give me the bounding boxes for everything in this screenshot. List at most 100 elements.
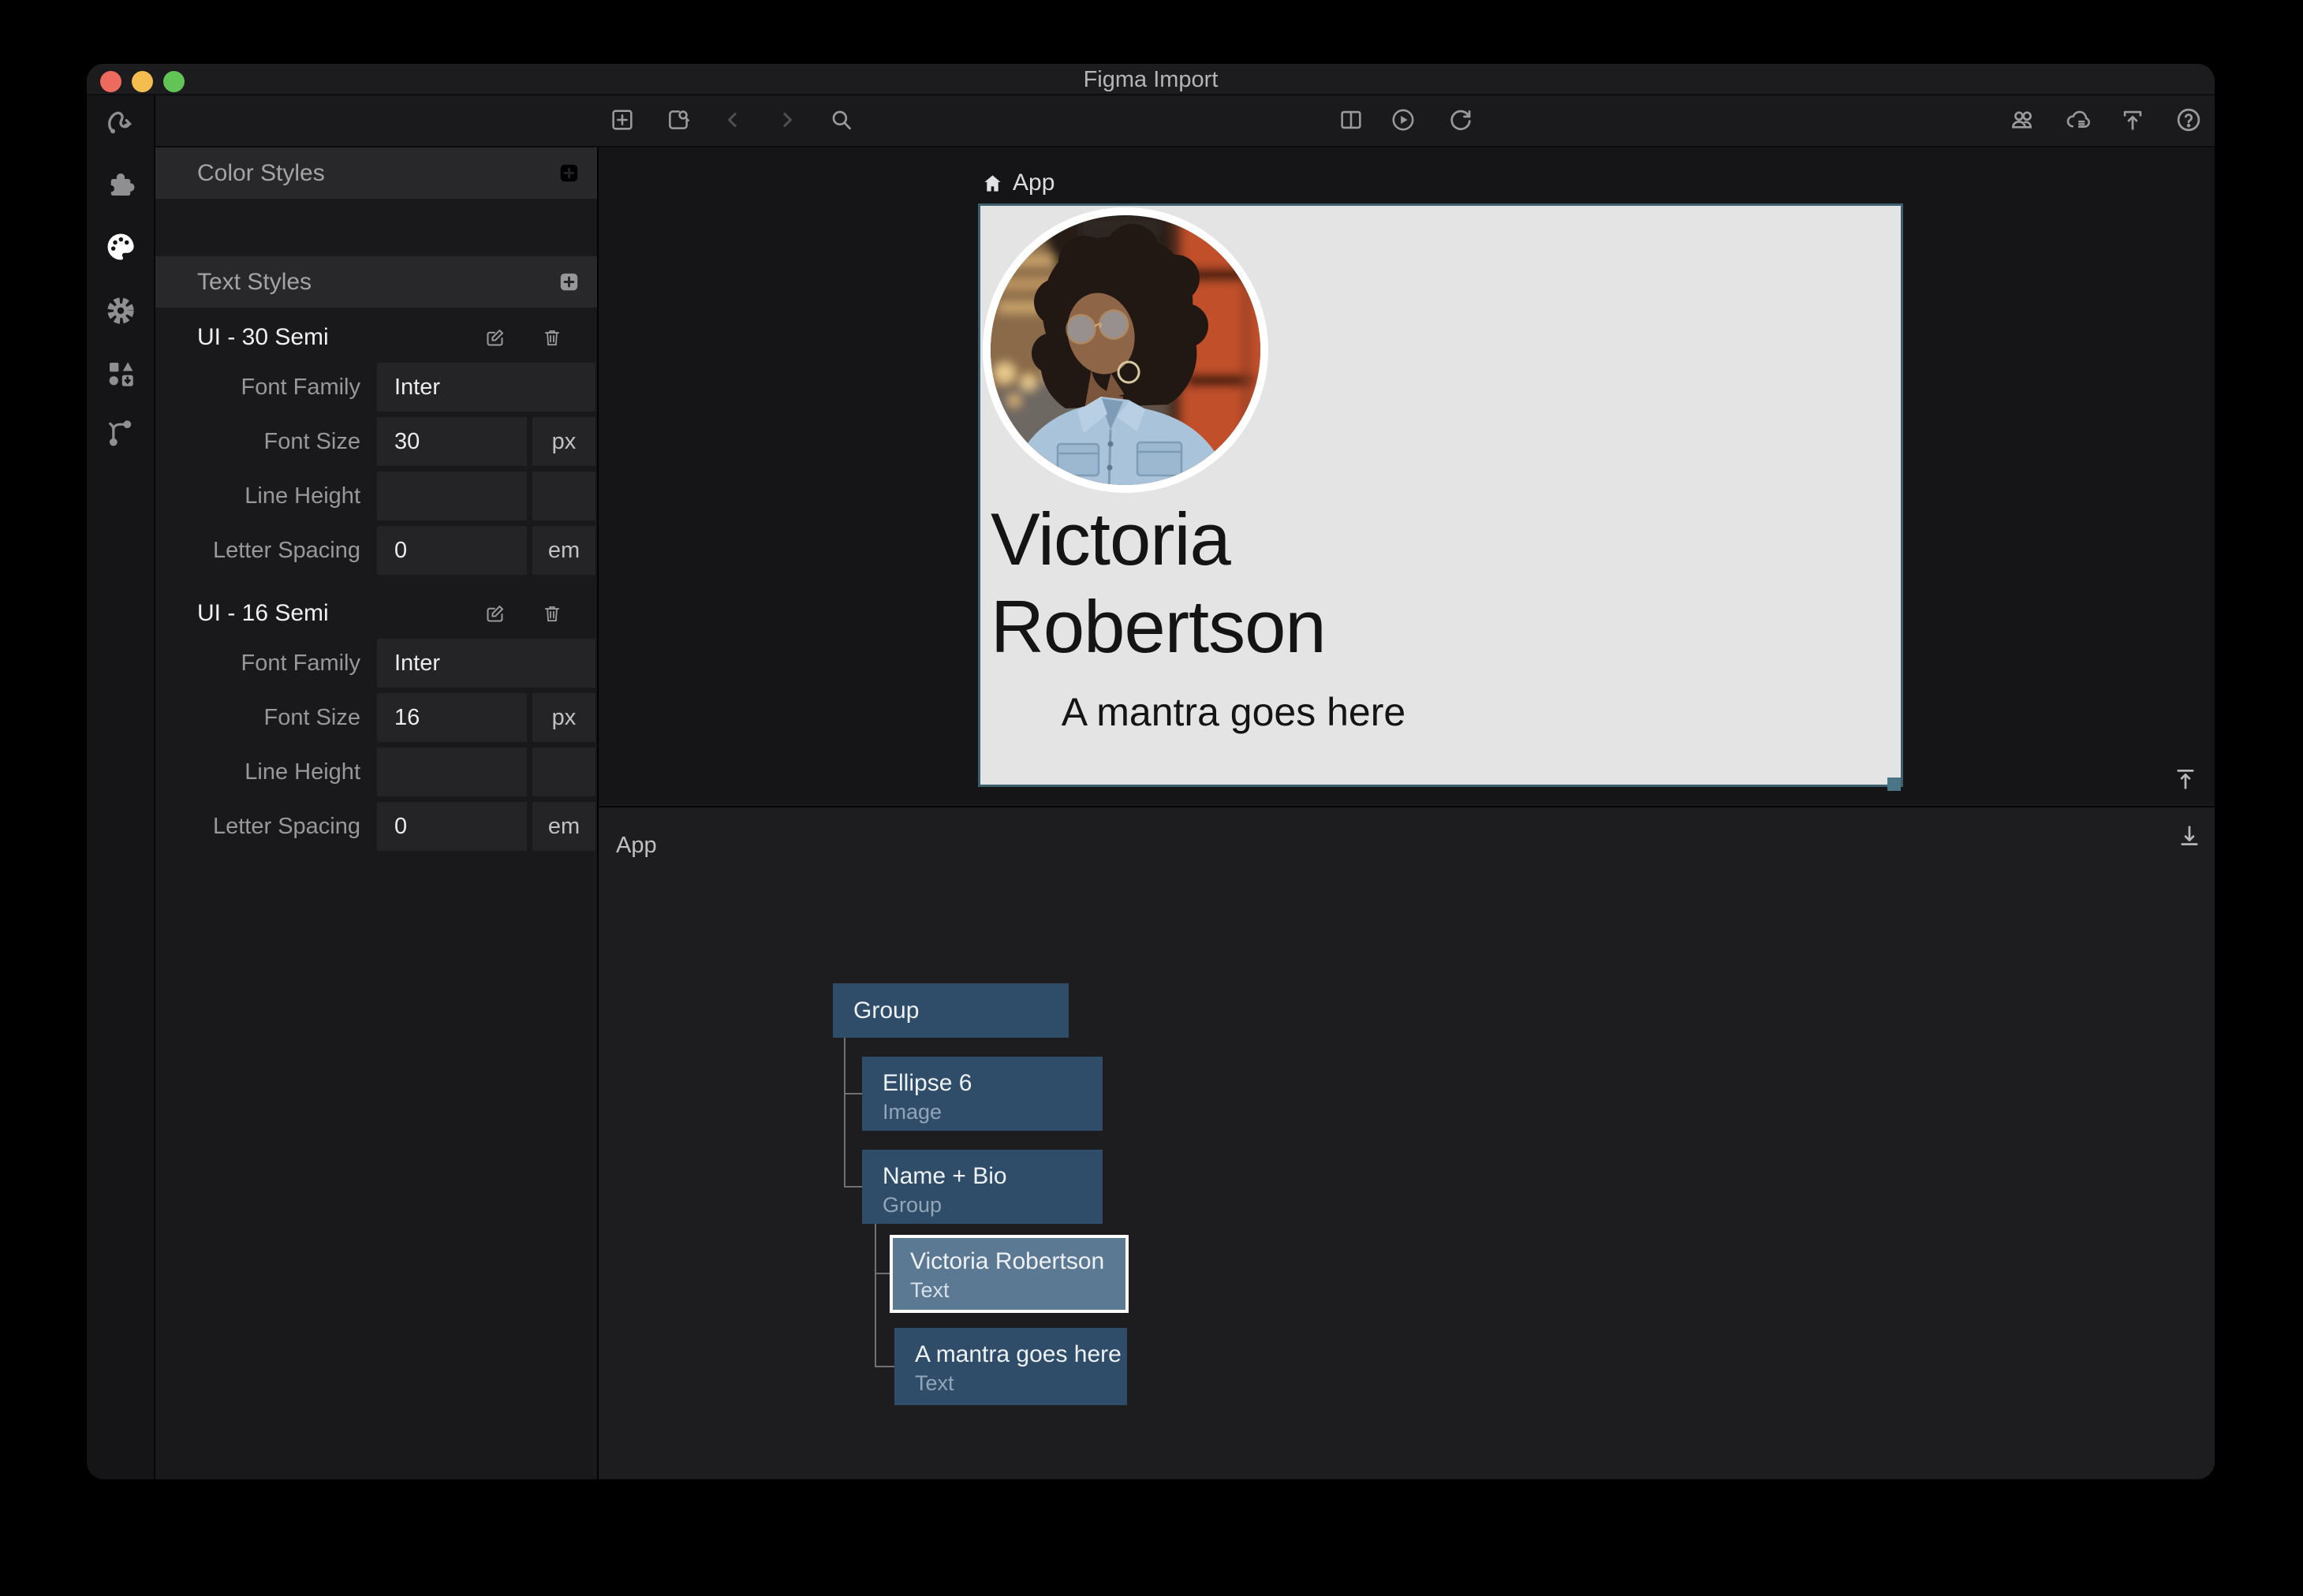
line-height-unit xyxy=(532,472,595,520)
collapse-up-button[interactable] xyxy=(2170,763,2201,795)
line-height-input[interactable] xyxy=(377,472,527,520)
tree-node-subtitle: Text xyxy=(915,1370,1111,1396)
text-styles-header: Text Styles xyxy=(155,256,597,308)
font-size-unit: px xyxy=(532,417,595,466)
align-bottom-icon xyxy=(2176,822,2203,849)
letter-spacing-row: Letter Spacing em xyxy=(155,526,597,580)
frame-label[interactable]: App xyxy=(982,170,1054,196)
styles-palette-icon xyxy=(103,229,138,264)
cloud-sync-button[interactable] xyxy=(2064,106,2092,134)
tree-node-subtitle: Group xyxy=(883,1191,1087,1218)
add-frame-button[interactable] xyxy=(608,106,636,134)
forward-button[interactable] xyxy=(773,106,801,134)
line-height-row: Line Height xyxy=(155,748,597,802)
tree-node-ellipse6[interactable]: Ellipse 6 Image xyxy=(862,1057,1103,1131)
color-styles-header: Color Styles xyxy=(155,147,597,199)
letter-spacing-unit: em xyxy=(532,802,595,851)
tree-node-title: A mantra goes here xyxy=(915,1340,1111,1370)
tree-node-mantra[interactable]: A mantra goes here Text xyxy=(894,1328,1127,1405)
tree-root-label[interactable]: App xyxy=(616,833,657,859)
text-styles-title: Text Styles xyxy=(197,269,558,296)
sidebar-item-assets[interactable] xyxy=(103,356,138,391)
chevron-right-icon xyxy=(775,108,799,132)
tree-connector xyxy=(845,1186,862,1188)
tree-node-victoria-robertson[interactable]: Victoria Robertson Text xyxy=(890,1235,1129,1313)
publish-button[interactable] xyxy=(2118,106,2147,134)
toolbar xyxy=(155,95,2215,147)
tree-connector xyxy=(875,1224,876,1367)
card-name-text[interactable]: Victoria Robertson xyxy=(991,496,1476,671)
layer-tree-panel: App Group Ellipse 6 Image Name xyxy=(599,806,2215,1479)
edit-style-icon[interactable] xyxy=(484,603,506,625)
tree-node-group[interactable]: Group xyxy=(833,983,1069,1038)
letter-spacing-unit: em xyxy=(532,526,595,575)
letter-spacing-input[interactable] xyxy=(377,526,527,575)
tree-node-title: Victoria Robertson xyxy=(910,1247,1110,1277)
font-family-input[interactable] xyxy=(377,639,595,688)
font-size-input[interactable] xyxy=(377,417,527,466)
styles-panel: Color Styles Text Styles UI - 30 Semi xyxy=(155,147,599,1479)
font-family-row: Font Family xyxy=(155,363,597,417)
home-icon xyxy=(982,173,1003,194)
tree-node-title: Group xyxy=(853,996,919,1026)
tree-node-subtitle: Image xyxy=(883,1098,1087,1125)
back-button[interactable] xyxy=(719,106,747,134)
profile-photo[interactable] xyxy=(983,207,1268,493)
frame-label-text: App xyxy=(1013,170,1054,196)
delete-style-icon[interactable] xyxy=(542,603,562,624)
letter-spacing-label: Letter Spacing xyxy=(155,526,360,575)
canvas[interactable]: App xyxy=(599,147,2215,804)
letter-spacing-input[interactable] xyxy=(377,802,527,851)
color-styles-title: Color Styles xyxy=(197,160,558,187)
line-height-input[interactable] xyxy=(377,748,527,796)
font-family-label: Font Family xyxy=(155,363,360,412)
edit-style-icon[interactable] xyxy=(484,327,506,349)
search-button[interactable] xyxy=(827,106,856,134)
font-size-input[interactable] xyxy=(377,693,527,742)
font-size-row: Font Size px xyxy=(155,417,597,472)
sidebar-item-vector-flows[interactable] xyxy=(103,103,138,138)
add-text-style-icon[interactable] xyxy=(558,271,580,293)
text-style-name: UI - 30 Semi xyxy=(197,324,484,351)
sidebar-item-plugins[interactable] xyxy=(103,166,138,202)
delete-style-icon[interactable] xyxy=(542,327,562,348)
help-button[interactable] xyxy=(2174,106,2203,134)
tree-connector xyxy=(845,1093,862,1094)
text-style-name: UI - 16 Semi xyxy=(197,600,484,627)
collaborators-button[interactable] xyxy=(2009,106,2037,134)
sidebar-rail xyxy=(87,95,155,1479)
split-view-icon xyxy=(1338,106,1364,133)
inspect-button[interactable] xyxy=(664,106,692,134)
assets-icon xyxy=(104,357,137,390)
split-view-button[interactable] xyxy=(1337,106,1365,134)
add-frame-icon xyxy=(609,106,636,133)
add-color-style-icon[interactable] xyxy=(558,162,580,184)
color-styles-empty xyxy=(155,199,597,256)
tree-node-subtitle: Text xyxy=(910,1277,1110,1303)
align-top-icon xyxy=(2172,766,2199,792)
collapse-down-button[interactable] xyxy=(2174,820,2205,852)
tree-connector xyxy=(876,1366,894,1367)
line-height-label: Line Height xyxy=(155,748,360,796)
collaborators-icon xyxy=(2009,106,2037,134)
text-style-row: UI - 16 Semi xyxy=(155,588,597,639)
tree-node-name-bio[interactable]: Name + Bio Group xyxy=(862,1150,1103,1224)
play-button[interactable] xyxy=(1389,106,1417,134)
card-mantra-text[interactable]: A mantra goes here xyxy=(991,688,1476,736)
chevron-left-icon xyxy=(721,108,745,132)
tree-connector xyxy=(844,1038,845,1188)
screenshot-stage: Figma Import xyxy=(0,0,2303,1596)
text-style-row: UI - 30 Semi xyxy=(155,312,597,363)
font-size-row: Font Size px xyxy=(155,693,597,748)
font-family-input[interactable] xyxy=(377,363,595,412)
publish-icon xyxy=(2119,106,2146,133)
tree-node-title: Name + Bio xyxy=(883,1162,1087,1191)
sidebar-item-versions[interactable] xyxy=(103,415,138,450)
line-height-unit xyxy=(532,748,595,796)
selection-handle[interactable] xyxy=(1887,777,1901,791)
sidebar-item-settings[interactable] xyxy=(103,293,138,328)
versions-icon xyxy=(105,417,136,449)
vector-flows-icon xyxy=(104,104,137,137)
refresh-button[interactable] xyxy=(1446,106,1475,134)
sidebar-item-styles[interactable] xyxy=(103,229,138,264)
